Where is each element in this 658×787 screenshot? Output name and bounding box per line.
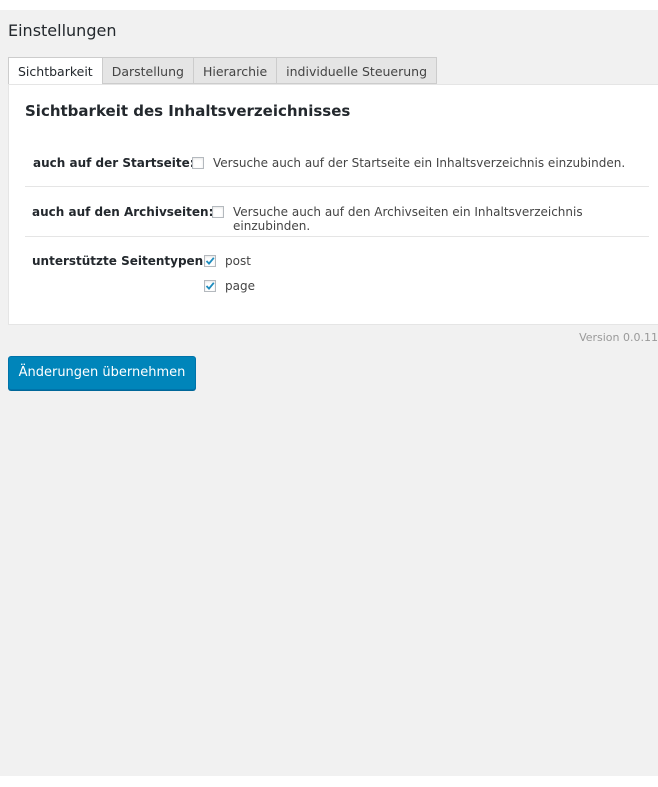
startseite-checkbox[interactable] [192, 157, 204, 169]
row-divider [25, 186, 649, 187]
startseite-description: Versuche auch auf der Startseite ein Inh… [213, 156, 626, 170]
checkmark-icon [205, 282, 215, 290]
save-changes-button[interactable]: Änderungen übernehmen [8, 356, 196, 390]
settings-panel: Sichtbarkeit des Inhaltsverzeichnisses a… [8, 84, 658, 325]
tab-individuelle-steuerung[interactable]: individuelle Steuerung [277, 57, 438, 84]
row-divider [25, 236, 649, 237]
archivseiten-checkbox[interactable] [212, 206, 224, 218]
post-option-label: post [225, 254, 251, 268]
archivseiten-label: auch auf den Archivseiten: [32, 205, 214, 219]
post-checkbox[interactable] [204, 255, 216, 267]
settings-tabs: Sichtbarkeit Darstellung Hierarchie indi… [8, 57, 438, 85]
section-title: Sichtbarkeit des Inhaltsverzeichnisses [25, 102, 351, 120]
tab-hierarchie[interactable]: Hierarchie [193, 57, 278, 84]
checkmark-icon [205, 257, 215, 265]
page-title: Einstellungen [8, 21, 117, 40]
version-label: Version 0.0.11 [579, 331, 658, 344]
seitentypen-label: unterstützte Seitentypen: [32, 254, 209, 268]
tab-sichtbarkeit[interactable]: Sichtbarkeit [8, 57, 103, 85]
page-checkbox[interactable] [204, 280, 216, 292]
archivseiten-description: Versuche auch auf den Archivseiten ein I… [233, 205, 583, 233]
tab-darstellung[interactable]: Darstellung [102, 57, 194, 84]
page-option-label: page [225, 279, 255, 293]
startseite-label: auch auf der Startseite: [33, 156, 195, 170]
